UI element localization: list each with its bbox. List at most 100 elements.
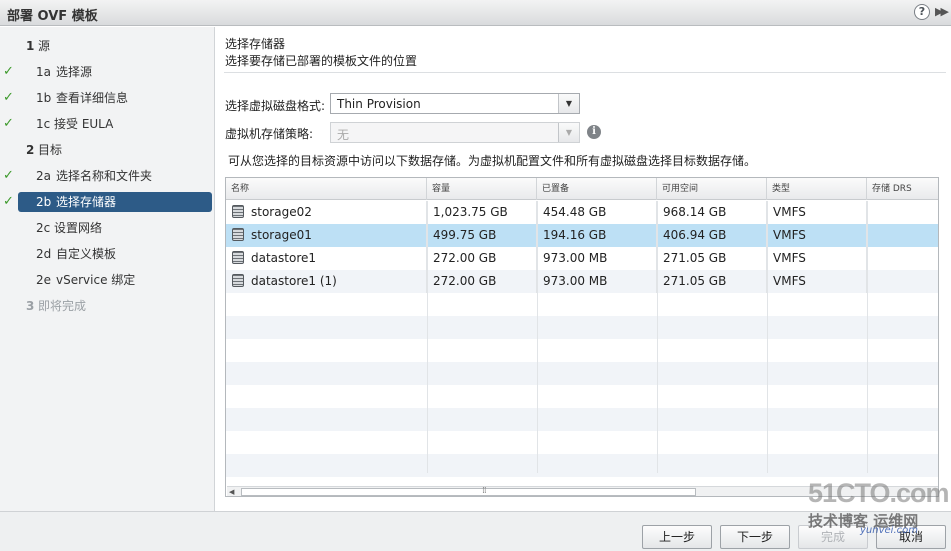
check-icon: ✓ <box>3 116 14 131</box>
datastore-type: VMFS <box>767 270 867 293</box>
step-number: 2c <box>36 221 51 235</box>
datastore-icon <box>232 251 244 264</box>
step-number: 1c <box>36 117 51 131</box>
dropdown-arrow-icon[interactable]: ▼ <box>558 94 579 113</box>
nav-section-source: 1 源 <box>0 36 215 56</box>
storage-policy-label: 虚拟机存储策略: <box>225 127 314 141</box>
step-number: 2d <box>36 247 52 261</box>
datastore-drs <box>867 224 938 247</box>
step-label: 选择存储器 <box>56 195 117 209</box>
check-icon: ✓ <box>3 194 14 209</box>
empty-row <box>226 385 938 408</box>
check-icon: ✓ <box>3 168 14 183</box>
help-icon[interactable]: ? <box>914 4 930 20</box>
table-header: 名称 容量 已置备 可用空间 类型 存储 DRS <box>226 178 938 200</box>
empty-row <box>226 316 938 339</box>
column-header-capacity[interactable]: 容量 <box>427 178 537 200</box>
column-header-free-space[interactable]: 可用空间 <box>657 178 767 200</box>
header-divider <box>224 72 946 73</box>
expand-icon[interactable]: ▶▶ <box>935 5 949 18</box>
datastore-free: 406.94 GB <box>657 224 767 247</box>
table-row[interactable]: storage02 1,023.75 GB 454.48 GB 968.14 G… <box>226 201 938 224</box>
step-number: 3 <box>26 299 35 313</box>
nav-step-accept-eula[interactable]: ✓ 1c 接受 EULA <box>0 114 215 134</box>
table-row[interactable]: datastore1 (1) 272.00 GB 973.00 MB 271.0… <box>226 270 938 293</box>
step-label: 设置网络 <box>54 221 103 235</box>
step-label: 选择名称和文件夹 <box>56 169 153 183</box>
datastore-free: 271.05 GB <box>657 247 767 270</box>
disk-format-label: 选择虚拟磁盘格式: <box>225 99 326 113</box>
datastore-drs <box>867 201 938 224</box>
nav-step-network[interactable]: 2c 设置网络 <box>0 218 215 238</box>
step-label: 选择源 <box>56 65 93 79</box>
grip-icon: ⁞⁞ <box>482 486 487 496</box>
datastore-drs <box>867 270 938 293</box>
datastore-capacity: 1,023.75 GB <box>427 201 537 224</box>
nav-step-name-folder[interactable]: ✓ 2a 选择名称和文件夹 <box>0 166 215 186</box>
datastore-type: VMFS <box>767 201 867 224</box>
disk-format-select[interactable]: Thin Provision ▼ <box>330 93 580 114</box>
nav-step-review-details[interactable]: ✓ 1b 查看详细信息 <box>0 88 215 108</box>
step-label: 源 <box>38 39 51 53</box>
watermark-url: yunvei.com <box>860 525 918 536</box>
column-divider <box>657 201 658 473</box>
step-label: vService 绑定 <box>56 273 136 287</box>
datastore-name: datastore1 (1) <box>251 274 337 288</box>
empty-row <box>226 362 938 385</box>
column-header-type[interactable]: 类型 <box>767 178 867 200</box>
step-number: 1 <box>26 39 35 53</box>
nav-step-vservice-binding[interactable]: 2e vService 绑定 <box>0 270 215 290</box>
dropdown-arrow-icon: ▼ <box>558 123 579 142</box>
scrollbar-thumb[interactable]: ⁞⁞ <box>241 486 696 496</box>
watermark-blog: 技术博客 <box>808 512 869 530</box>
datastore-name: storage01 <box>251 228 312 242</box>
datastore-description: 可从您选择的目标资源中访问以下数据存储。为虚拟机配置文件和所有虚拟磁盘选择目标数… <box>228 154 757 168</box>
step-label: 接受 EULA <box>54 117 114 131</box>
datastore-provisioned: 973.00 MB <box>537 247 657 270</box>
step-number: 2 <box>26 143 35 157</box>
scroll-left-icon[interactable]: ◀ <box>229 487 234 496</box>
datastore-name: datastore1 <box>251 251 317 265</box>
nav-step-select-source[interactable]: ✓ 1a 选择源 <box>0 62 215 82</box>
datastore-type: VMFS <box>767 224 867 247</box>
column-header-provisioned[interactable]: 已置备 <box>537 178 657 200</box>
datastore-drs <box>867 247 938 270</box>
column-divider <box>867 201 868 473</box>
datastore-icon <box>232 274 244 287</box>
window-titlebar: 部署 OVF 模板 ? ▶▶ <box>0 0 951 26</box>
column-divider <box>427 201 428 473</box>
step-label: 目标 <box>38 143 63 157</box>
column-header-storage-drs[interactable]: 存储 DRS <box>867 178 938 200</box>
datastore-free: 271.05 GB <box>657 270 767 293</box>
step-label: 自定义模板 <box>56 247 117 261</box>
empty-row <box>226 293 938 316</box>
datastore-icon <box>232 228 244 241</box>
nav-section-ready-to-complete: 3 即将完成 <box>0 296 215 316</box>
step-number: 2a <box>36 169 51 183</box>
main-panel: 选择存储器 选择要存储已部署的模板文件的位置 选择虚拟磁盘格式: Thin Pr… <box>216 27 951 511</box>
datastore-free: 968.14 GB <box>657 201 767 224</box>
table-row[interactable]: datastore1 272.00 GB 973.00 MB 271.05 GB… <box>226 247 938 270</box>
nav-step-select-storage[interactable]: 2b 选择存储器 <box>18 192 212 212</box>
check-icon: ✓ <box>3 64 14 79</box>
datastore-type: VMFS <box>767 247 867 270</box>
page-title: 选择存储器 <box>225 37 286 51</box>
datastore-capacity: 499.75 GB <box>427 224 537 247</box>
datastore-provisioned: 454.48 GB <box>537 201 657 224</box>
datastore-icon <box>232 205 244 218</box>
column-header-name[interactable]: 名称 <box>226 178 427 200</box>
step-number: 1a <box>36 65 51 79</box>
info-icon[interactable]: i <box>587 125 601 139</box>
nav-step-customize-template[interactable]: 2d 自定义模板 <box>0 244 215 264</box>
back-button[interactable]: 上一步 <box>642 525 712 549</box>
page-subtitle: 选择要存储已部署的模板文件的位置 <box>225 54 418 68</box>
wizard-steps-nav: 1 源 ✓ 1a 选择源 ✓ 1b 查看详细信息 ✓ 1c 接受 EULA 2 … <box>0 27 215 511</box>
datastore-table: 名称 容量 已置备 可用空间 类型 存储 DRS storage02 1,023… <box>225 177 939 497</box>
empty-row <box>226 431 938 454</box>
empty-row <box>226 408 938 431</box>
datastore-capacity: 272.00 GB <box>427 247 537 270</box>
next-button[interactable]: 下一步 <box>720 525 790 549</box>
datastore-provisioned: 194.16 GB <box>537 224 657 247</box>
step-label: 查看详细信息 <box>56 91 129 105</box>
table-row-selected[interactable]: storage01 499.75 GB 194.16 GB 406.94 GB … <box>226 224 938 247</box>
